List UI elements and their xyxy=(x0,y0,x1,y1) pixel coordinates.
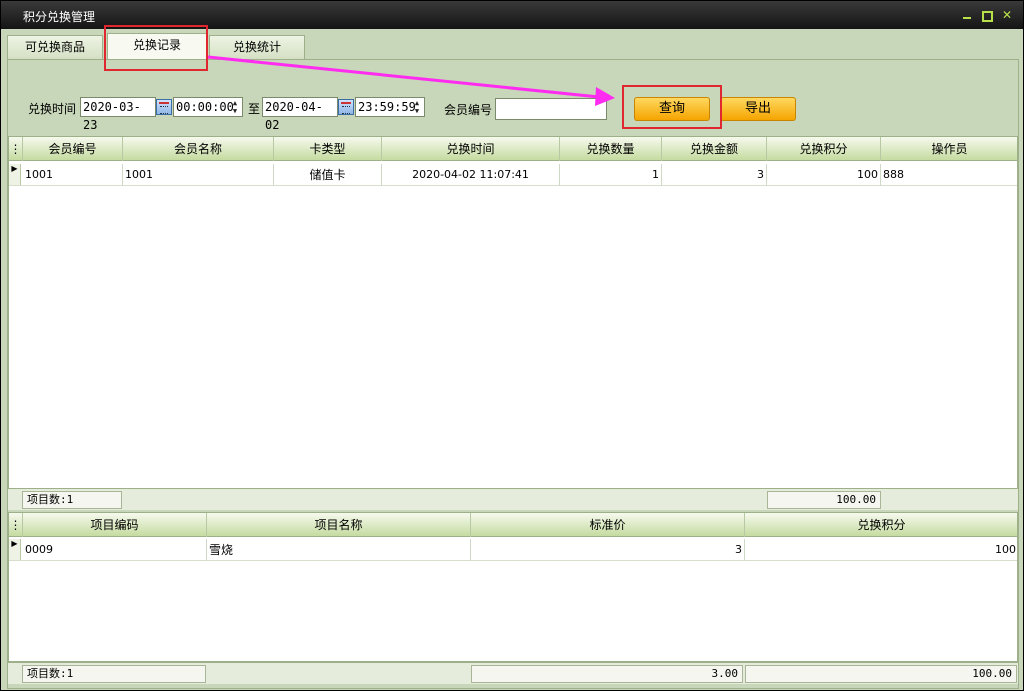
close-icon[interactable]: ✕ xyxy=(1001,9,1013,21)
col-item-name[interactable]: 项目名称 xyxy=(207,513,471,537)
col-item-points[interactable]: 兑换积分 xyxy=(745,513,1017,537)
cell-member-name: 1001 xyxy=(123,164,274,186)
records-points-total: 100.00 xyxy=(767,491,881,509)
row-indicator-header: ⋮ xyxy=(9,513,23,537)
cell-redeem-qty: 1 xyxy=(560,164,662,186)
cell-item-name: 雪烧 xyxy=(207,539,471,561)
cell-standard-price: 3 xyxy=(471,539,745,561)
cell-redeem-time: 2020-04-02 11:07:41 xyxy=(382,164,560,186)
items-header: ⋮ 项目编码 项目名称 标准价 兑换积分 xyxy=(9,513,1017,537)
cell-item-code: 0009 xyxy=(23,539,207,561)
start-time-field[interactable]: 00:00:00 ▲ ▼ xyxy=(173,97,243,117)
records-panel: 兑换时间 2020-03-23 00:00:00 ▲ ▼ 至 2020-04-02… xyxy=(7,59,1019,689)
col-redeem-qty[interactable]: 兑换数量 xyxy=(560,137,662,161)
col-operator[interactable]: 操作员 xyxy=(881,137,1017,161)
minimize-icon[interactable] xyxy=(961,9,973,21)
highlight-box-query xyxy=(622,85,722,129)
spinner-icon[interactable]: ▲ ▼ xyxy=(229,99,241,115)
to-label: 至 xyxy=(248,102,261,116)
end-date-field[interactable]: 2020-04-02 xyxy=(262,97,338,132)
main-window: 积分兑换管理 ✕ 可兑换商品 兑换记录 兑换统计 兑换时间 2020-03-23… xyxy=(0,0,1024,691)
time-label: 兑换时间 xyxy=(28,102,77,116)
items-points-total: 100.00 xyxy=(745,665,1017,683)
table-row[interactable]: ▶ 1001 1001 储值卡 2020-04-02 11:07:41 1 3 … xyxy=(9,164,1017,186)
cell-card-type: 储值卡 xyxy=(274,164,382,186)
member-id-input[interactable] xyxy=(495,98,607,120)
col-redeem-points[interactable]: 兑换积分 xyxy=(767,137,881,161)
records-footer: 项目数:1 100.00 xyxy=(8,488,1018,510)
items-price-total: 3.00 xyxy=(471,665,743,683)
highlight-box-tab xyxy=(104,25,208,71)
window-title: 积分兑换管理 xyxy=(23,10,96,24)
window-controls: ✕ xyxy=(961,9,1013,21)
calendar-icon[interactable] xyxy=(156,99,172,115)
tab-redeemable-goods[interactable]: 可兑换商品 xyxy=(7,35,103,59)
col-item-code[interactable]: 项目编码 xyxy=(23,513,207,537)
col-redeem-time[interactable]: 兑换时间 xyxy=(382,137,560,161)
end-time-value: 23:59:59 xyxy=(358,100,416,114)
items-count: 项目数:1 xyxy=(22,665,206,683)
spinner-icon[interactable]: ▲ ▼ xyxy=(411,99,423,115)
col-member-name[interactable]: 会员名称 xyxy=(123,137,274,161)
calendar-icon[interactable] xyxy=(338,99,354,115)
cell-operator: 888 xyxy=(881,164,1017,186)
records-header: ⋮ 会员编号 会员名称 卡类型 兑换时间 兑换数量 兑换金额 兑换积分 操作员 xyxy=(9,137,1017,161)
items-footer: 项目数:1 3.00 100.00 xyxy=(8,662,1018,684)
col-redeem-amount[interactable]: 兑换金额 xyxy=(662,137,767,161)
records-count: 项目数:1 xyxy=(22,491,122,509)
cell-redeem-amount: 3 xyxy=(662,164,767,186)
current-row-icon: ▶ xyxy=(9,539,21,560)
member-id-label: 会员编号 xyxy=(444,103,493,117)
maximize-icon[interactable] xyxy=(981,9,993,21)
export-button[interactable]: 导出 xyxy=(720,97,796,121)
current-row-icon: ▶ xyxy=(9,164,21,185)
col-card-type[interactable]: 卡类型 xyxy=(274,137,382,161)
filter-bar: 兑换时间 2020-03-23 00:00:00 ▲ ▼ 至 2020-04-02… xyxy=(8,60,1018,136)
start-time-value: 00:00:00 xyxy=(176,100,234,114)
end-time-field[interactable]: 23:59:59 ▲ ▼ xyxy=(355,97,425,117)
cell-item-points: 100 xyxy=(745,539,1017,561)
records-grid: ⋮ 会员编号 会员名称 卡类型 兑换时间 兑换数量 兑换金额 兑换积分 操作员 … xyxy=(8,136,1018,490)
cell-member-id: 1001 xyxy=(23,164,123,186)
table-row[interactable]: ▶ 0009 雪烧 3 100 xyxy=(9,539,1017,561)
col-member-id[interactable]: 会员编号 xyxy=(23,137,123,161)
row-indicator-header: ⋮ xyxy=(9,137,23,161)
tab-redeem-stats[interactable]: 兑换统计 xyxy=(209,35,305,59)
start-date-field[interactable]: 2020-03-23 xyxy=(80,97,156,132)
cell-redeem-points: 100 xyxy=(767,164,881,186)
items-grid: ⋮ 项目编码 项目名称 标准价 兑换积分 ▶ 0009 雪烧 3 100 xyxy=(8,512,1018,662)
col-standard-price[interactable]: 标准价 xyxy=(471,513,745,537)
